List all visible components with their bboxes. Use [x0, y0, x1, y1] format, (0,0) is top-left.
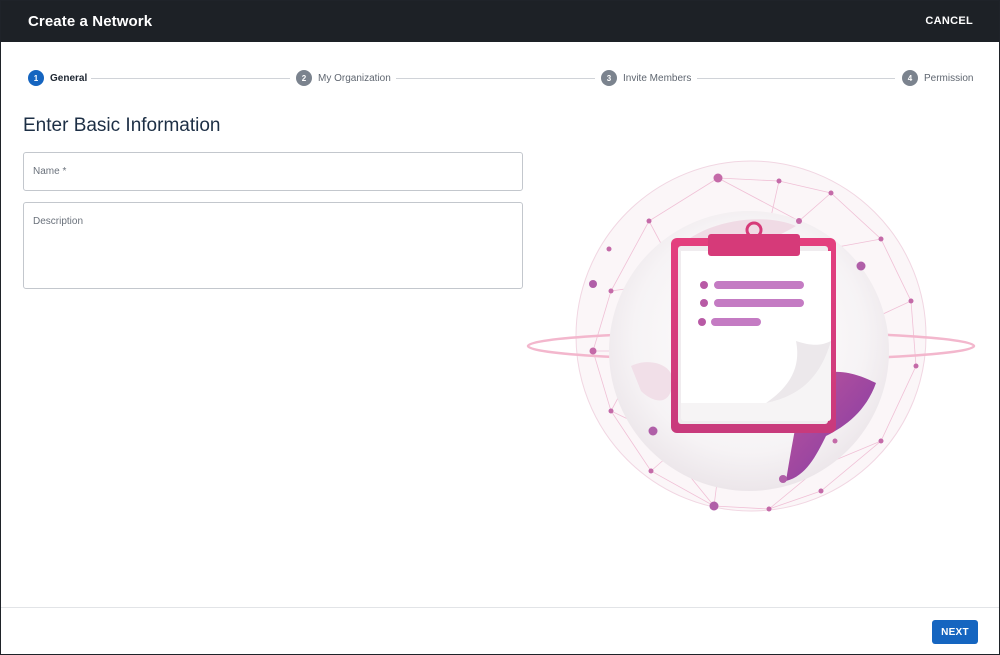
step-number: 4 — [902, 70, 918, 86]
create-network-dialog: Create a Network CANCEL 1 General 2 My O… — [0, 0, 1000, 655]
dialog-title: Create a Network — [28, 13, 153, 30]
step-label: My Organization — [318, 72, 391, 84]
step-number: 1 — [28, 70, 44, 86]
next-button[interactable]: NEXT — [932, 620, 978, 644]
step-invite-members[interactable]: 3 Invite Members — [601, 69, 691, 87]
step-label: Permission — [924, 72, 974, 84]
description-field[interactable]: Description — [23, 202, 523, 289]
step-connector — [396, 78, 595, 79]
step-number: 3 — [601, 70, 617, 86]
step-label: Invite Members — [623, 72, 692, 84]
step-connector — [91, 78, 290, 79]
wizard-stepper: 1 General 2 My Organization 3 Invite Mem… — [1, 69, 999, 89]
step-label: General — [50, 72, 88, 84]
description-field-label: Description — [33, 216, 84, 227]
step-number: 2 — [296, 70, 312, 86]
step-my-organization[interactable]: 2 My Organization — [296, 69, 391, 87]
clipboard-globe-network-illustration — [526, 160, 976, 512]
cancel-button[interactable]: CANCEL — [925, 15, 973, 27]
step-general[interactable]: 1 General — [28, 69, 87, 87]
step-connector — [697, 78, 895, 79]
form-heading: Enter Basic Information — [23, 115, 221, 136]
name-field-label: Name * — [33, 166, 67, 177]
dialog-header: Create a Network CANCEL — [1, 1, 999, 42]
dialog-footer: NEXT — [1, 607, 999, 654]
name-field[interactable]: Name * — [23, 152, 523, 191]
step-permission[interactable]: 4 Permission — [902, 69, 973, 87]
